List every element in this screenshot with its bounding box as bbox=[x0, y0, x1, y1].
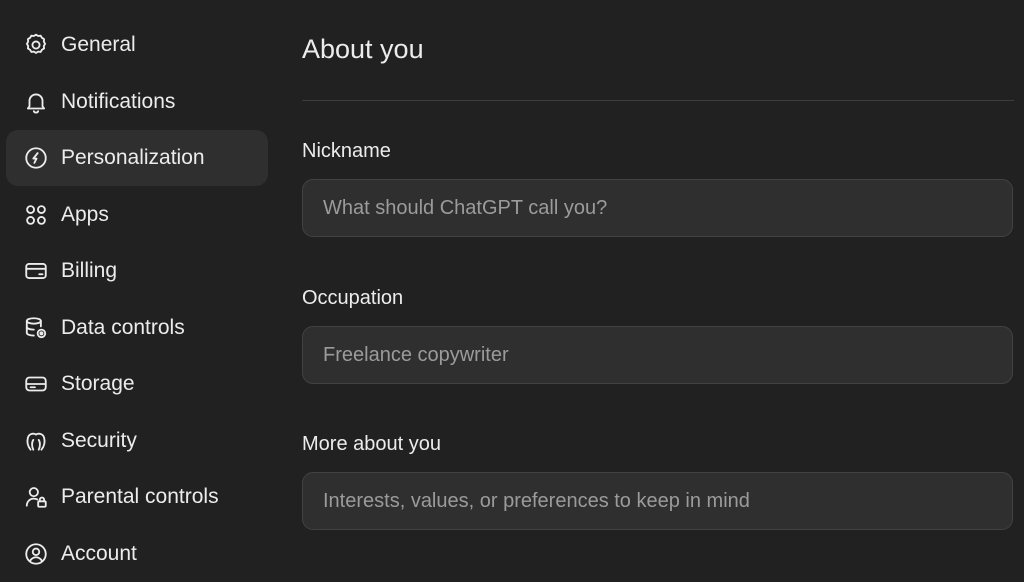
sidebar-item-general[interactable]: General bbox=[6, 17, 268, 73]
sidebar-item-label: Parental controls bbox=[61, 485, 219, 508]
sidebar-item-label: Account bbox=[61, 542, 137, 565]
sidebar-item-label: Security bbox=[61, 429, 137, 452]
nickname-input[interactable] bbox=[302, 179, 1013, 237]
apps-grid-icon bbox=[22, 201, 50, 229]
sidebar-item-label: Personalization bbox=[61, 146, 205, 169]
gear-icon bbox=[22, 31, 50, 59]
security-icon bbox=[22, 427, 50, 455]
occupation-label: Occupation bbox=[302, 287, 404, 309]
sidebar-item-billing[interactable]: Billing bbox=[6, 243, 268, 299]
sidebar-item-label: Notifications bbox=[61, 90, 176, 113]
storage-drive-icon bbox=[22, 370, 50, 398]
sidebar-item-parental-controls[interactable]: Parental controls bbox=[6, 469, 268, 525]
more-about-you-input[interactable] bbox=[302, 472, 1013, 530]
sidebar-item-label: General bbox=[61, 33, 136, 56]
sidebar-item-label: Billing bbox=[61, 259, 118, 282]
personalization-panel: About you Nickname Occupation More about… bbox=[302, 0, 1014, 576]
sidebar-item-label: Data controls bbox=[61, 316, 185, 339]
credit-card-icon bbox=[22, 257, 50, 285]
nickname-label: Nickname bbox=[302, 140, 391, 162]
sidebar-item-security[interactable]: Security bbox=[6, 413, 268, 469]
account-icon bbox=[22, 540, 50, 568]
sidebar-item-account[interactable]: Account bbox=[6, 526, 268, 582]
sidebar-item-notifications[interactable]: Notifications bbox=[6, 74, 268, 130]
page-title: About you bbox=[302, 34, 424, 64]
sidebar-item-label: Apps bbox=[61, 203, 109, 226]
parental-user-icon bbox=[22, 483, 50, 511]
more-about-you-label: More about you bbox=[302, 433, 441, 455]
sidebar-item-apps[interactable]: Apps bbox=[6, 187, 268, 243]
personalization-icon bbox=[22, 144, 50, 172]
settings-sidebar: General Notifications Personalization Ap… bbox=[0, 0, 280, 576]
sidebar-item-storage[interactable]: Storage bbox=[6, 356, 268, 412]
divider bbox=[302, 100, 1014, 101]
bell-icon bbox=[22, 88, 50, 116]
sidebar-item-data-controls[interactable]: Data controls bbox=[6, 300, 268, 356]
sidebar-item-personalization[interactable]: Personalization bbox=[6, 130, 268, 186]
sidebar-item-label: Storage bbox=[61, 372, 135, 395]
occupation-input[interactable] bbox=[302, 326, 1013, 384]
database-gear-icon bbox=[22, 314, 50, 342]
